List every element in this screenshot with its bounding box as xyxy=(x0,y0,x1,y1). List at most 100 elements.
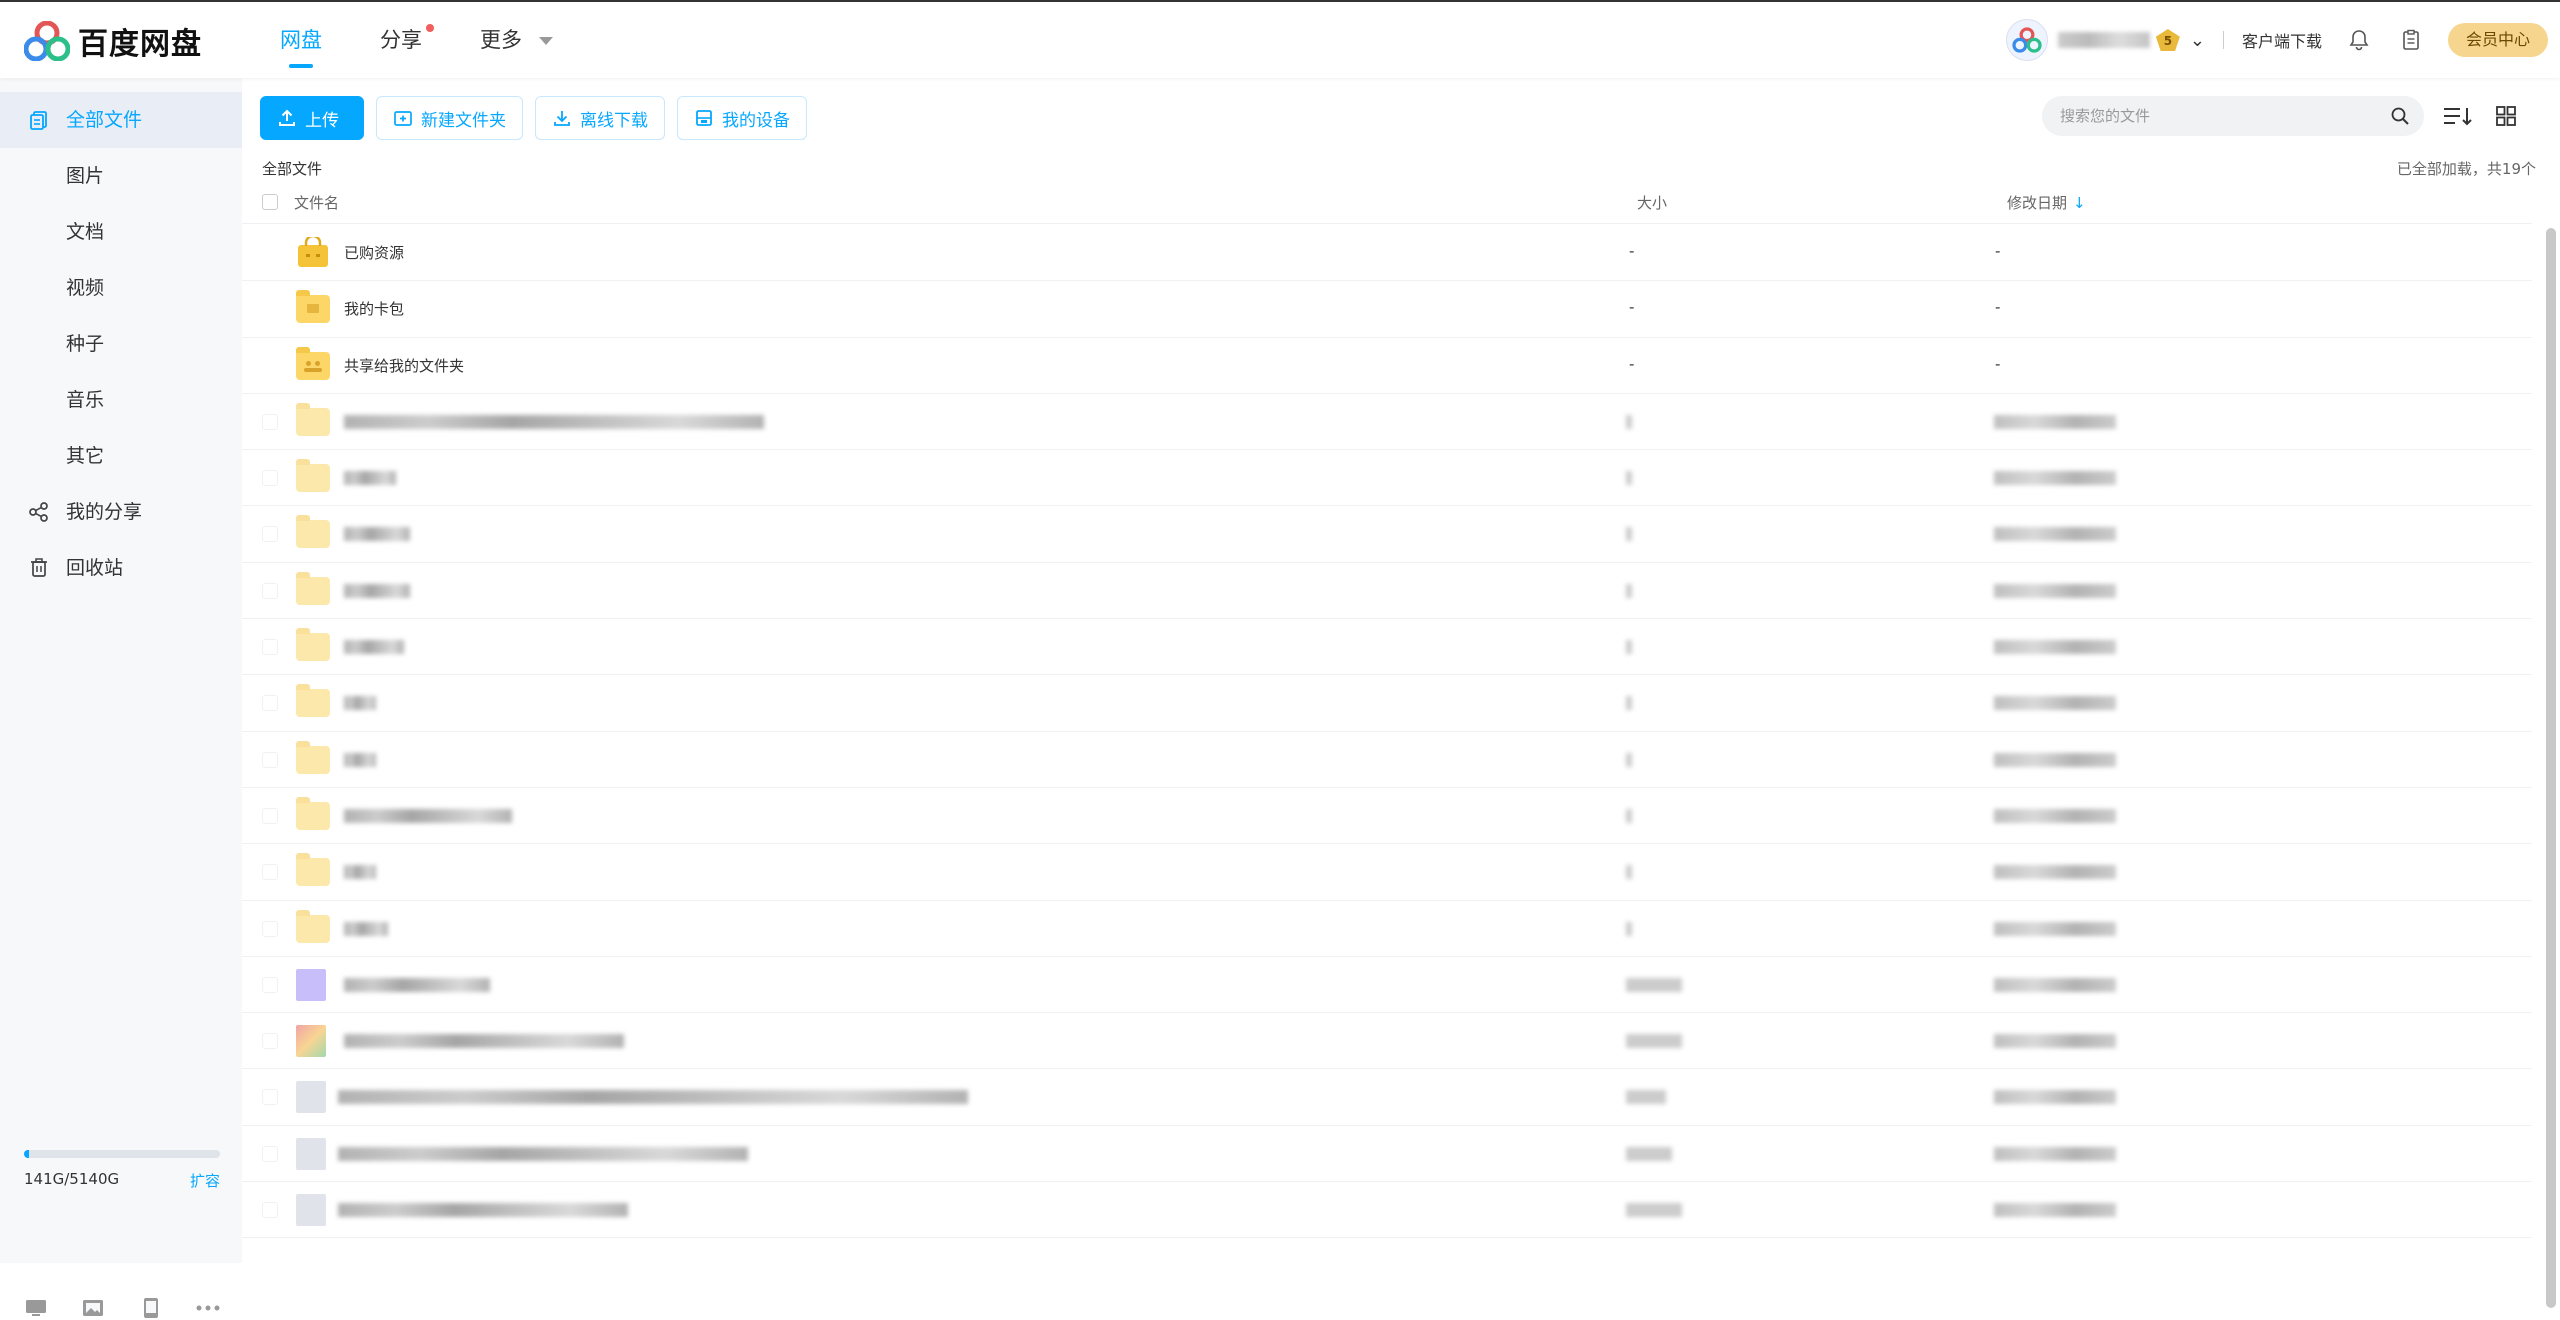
table-row[interactable] xyxy=(242,844,2532,901)
file-name-redacted[interactable] xyxy=(344,921,388,936)
column-header-date[interactable]: 修改日期 ↓ xyxy=(2007,192,2086,213)
bell-icon[interactable] xyxy=(2344,25,2374,55)
more-dots-icon[interactable] xyxy=(196,1296,220,1320)
row-checkbox[interactable] xyxy=(262,526,278,543)
new-folder-button[interactable]: 新建文件夹 xyxy=(376,96,523,140)
sidebar-item-music[interactable]: 音乐 xyxy=(0,372,242,428)
file-size-redacted xyxy=(1626,527,1632,542)
table-row[interactable] xyxy=(242,901,2532,957)
file-name-redacted[interactable] xyxy=(344,640,404,655)
chevron-down-icon[interactable]: ⌄ xyxy=(2190,30,2205,51)
breadcrumb[interactable]: 全部文件 xyxy=(262,158,322,179)
vip-center-button[interactable]: 会员中心 xyxy=(2447,23,2548,57)
sidebar-item-other[interactable]: 其它 xyxy=(0,428,242,484)
file-name[interactable]: 已购资源 xyxy=(344,242,404,263)
upload-button[interactable]: 上传 xyxy=(260,96,364,140)
row-checkbox[interactable] xyxy=(262,1202,278,1219)
row-checkbox[interactable] xyxy=(262,1033,278,1050)
row-checkbox[interactable] xyxy=(262,1089,278,1106)
sidebar-item-torrents[interactable]: 种子 xyxy=(0,316,242,372)
table-row[interactable]: 我的卡包 - - xyxy=(242,281,2532,338)
file-date-redacted xyxy=(1994,1203,2116,1218)
column-header-size[interactable]: 大小 xyxy=(1637,192,1667,213)
table-row[interactable] xyxy=(242,450,2532,507)
search-icon[interactable] xyxy=(2390,106,2410,126)
sidebar-item-all-files[interactable]: 全部文件 xyxy=(0,92,242,148)
table-row[interactable] xyxy=(242,1069,2532,1126)
table-row[interactable] xyxy=(242,732,2532,788)
file-date-redacted xyxy=(1994,471,2116,486)
file-name-redacted[interactable] xyxy=(338,1090,968,1105)
table-row[interactable] xyxy=(242,394,2532,451)
my-devices-label: 我的设备 xyxy=(722,110,790,131)
scrollbar[interactable] xyxy=(2546,228,2556,1308)
sidebar-item-my-share[interactable]: 我的分享 xyxy=(0,484,242,540)
table-row[interactable] xyxy=(242,506,2532,563)
sort-list-icon[interactable] xyxy=(2442,102,2474,130)
table-row[interactable] xyxy=(242,957,2532,1014)
row-checkbox[interactable] xyxy=(262,582,278,599)
my-devices-button[interactable]: 我的设备 xyxy=(677,96,807,140)
table-row[interactable] xyxy=(242,1126,2532,1183)
sidebar-item-recycle-bin[interactable]: 回收站 xyxy=(0,540,242,596)
file-name-redacted[interactable] xyxy=(344,696,376,711)
row-checkbox[interactable] xyxy=(262,470,278,487)
table-row[interactable] xyxy=(242,563,2532,620)
avatar[interactable] xyxy=(2005,19,2048,61)
file-size-redacted xyxy=(1626,1090,1666,1105)
sidebar-item-videos[interactable]: 视频 xyxy=(0,260,242,316)
grid-view-icon[interactable] xyxy=(2490,102,2522,130)
nav-netdisk[interactable]: 网盘 xyxy=(262,2,340,78)
file-name[interactable]: 共享给我的文件夹 xyxy=(344,355,464,376)
table-row[interactable] xyxy=(242,1013,2532,1070)
row-checkbox[interactable] xyxy=(262,920,278,937)
nav-more[interactable]: 更多 xyxy=(462,2,571,78)
table-row[interactable]: 共享给我的文件夹 - - xyxy=(242,338,2532,394)
file-name-redacted[interactable] xyxy=(344,527,410,542)
file-name-redacted[interactable] xyxy=(344,865,376,880)
image-tool-icon[interactable] xyxy=(81,1296,105,1320)
avatar-logo-icon xyxy=(2012,27,2042,53)
loaded-status: 已全部加载，共19个 xyxy=(2396,160,2536,178)
file-name-redacted[interactable] xyxy=(338,1203,628,1218)
row-checkbox[interactable] xyxy=(262,976,278,993)
file-name-redacted[interactable] xyxy=(344,1034,624,1049)
file-name-redacted[interactable] xyxy=(344,471,396,486)
file-name-redacted[interactable] xyxy=(344,414,764,429)
table-row[interactable] xyxy=(242,619,2532,676)
client-download-link[interactable]: 客户端下载 xyxy=(2242,28,2322,52)
file-name-redacted[interactable] xyxy=(344,808,512,823)
folder-icon xyxy=(296,909,330,945)
row-checkbox[interactable] xyxy=(262,1145,278,1162)
row-checkbox[interactable] xyxy=(262,751,278,768)
search-input[interactable] xyxy=(2060,96,2380,136)
file-date-redacted xyxy=(1994,808,2116,823)
sidebar-item-documents[interactable]: 文档 xyxy=(0,204,242,260)
row-checkbox[interactable] xyxy=(262,639,278,656)
mobile-icon[interactable] xyxy=(139,1296,163,1320)
table-row[interactable]: 已购资源 - - xyxy=(242,225,2532,282)
clipboard-icon[interactable] xyxy=(2396,25,2426,55)
app-logo[interactable]: 百度网盘 xyxy=(24,18,202,64)
row-checkbox[interactable] xyxy=(262,695,278,712)
file-name-redacted[interactable] xyxy=(344,752,376,767)
username-redacted[interactable] xyxy=(2057,32,2150,48)
select-all-checkbox[interactable] xyxy=(262,194,278,210)
table-row[interactable] xyxy=(242,1182,2532,1239)
file-name-redacted[interactable] xyxy=(338,1146,748,1161)
desktop-icon[interactable] xyxy=(24,1296,48,1320)
file-name[interactable]: 我的卡包 xyxy=(344,298,404,319)
row-checkbox[interactable] xyxy=(262,807,278,824)
nav-share[interactable]: 分享 xyxy=(362,2,440,78)
table-row[interactable] xyxy=(242,675,2532,732)
sidebar-item-images[interactable]: 图片 xyxy=(0,148,242,204)
file-name-redacted[interactable] xyxy=(344,583,410,598)
row-checkbox[interactable] xyxy=(262,413,278,430)
table-row[interactable] xyxy=(242,788,2532,845)
expand-storage-link[interactable]: 扩容 xyxy=(190,1170,220,1191)
column-header-name[interactable]: 文件名 xyxy=(294,192,339,213)
file-name-redacted[interactable] xyxy=(344,977,490,992)
offline-download-button[interactable]: 离线下载 xyxy=(535,96,665,140)
row-checkbox[interactable] xyxy=(262,864,278,881)
vip-level-badge: 5 xyxy=(2155,29,2180,51)
